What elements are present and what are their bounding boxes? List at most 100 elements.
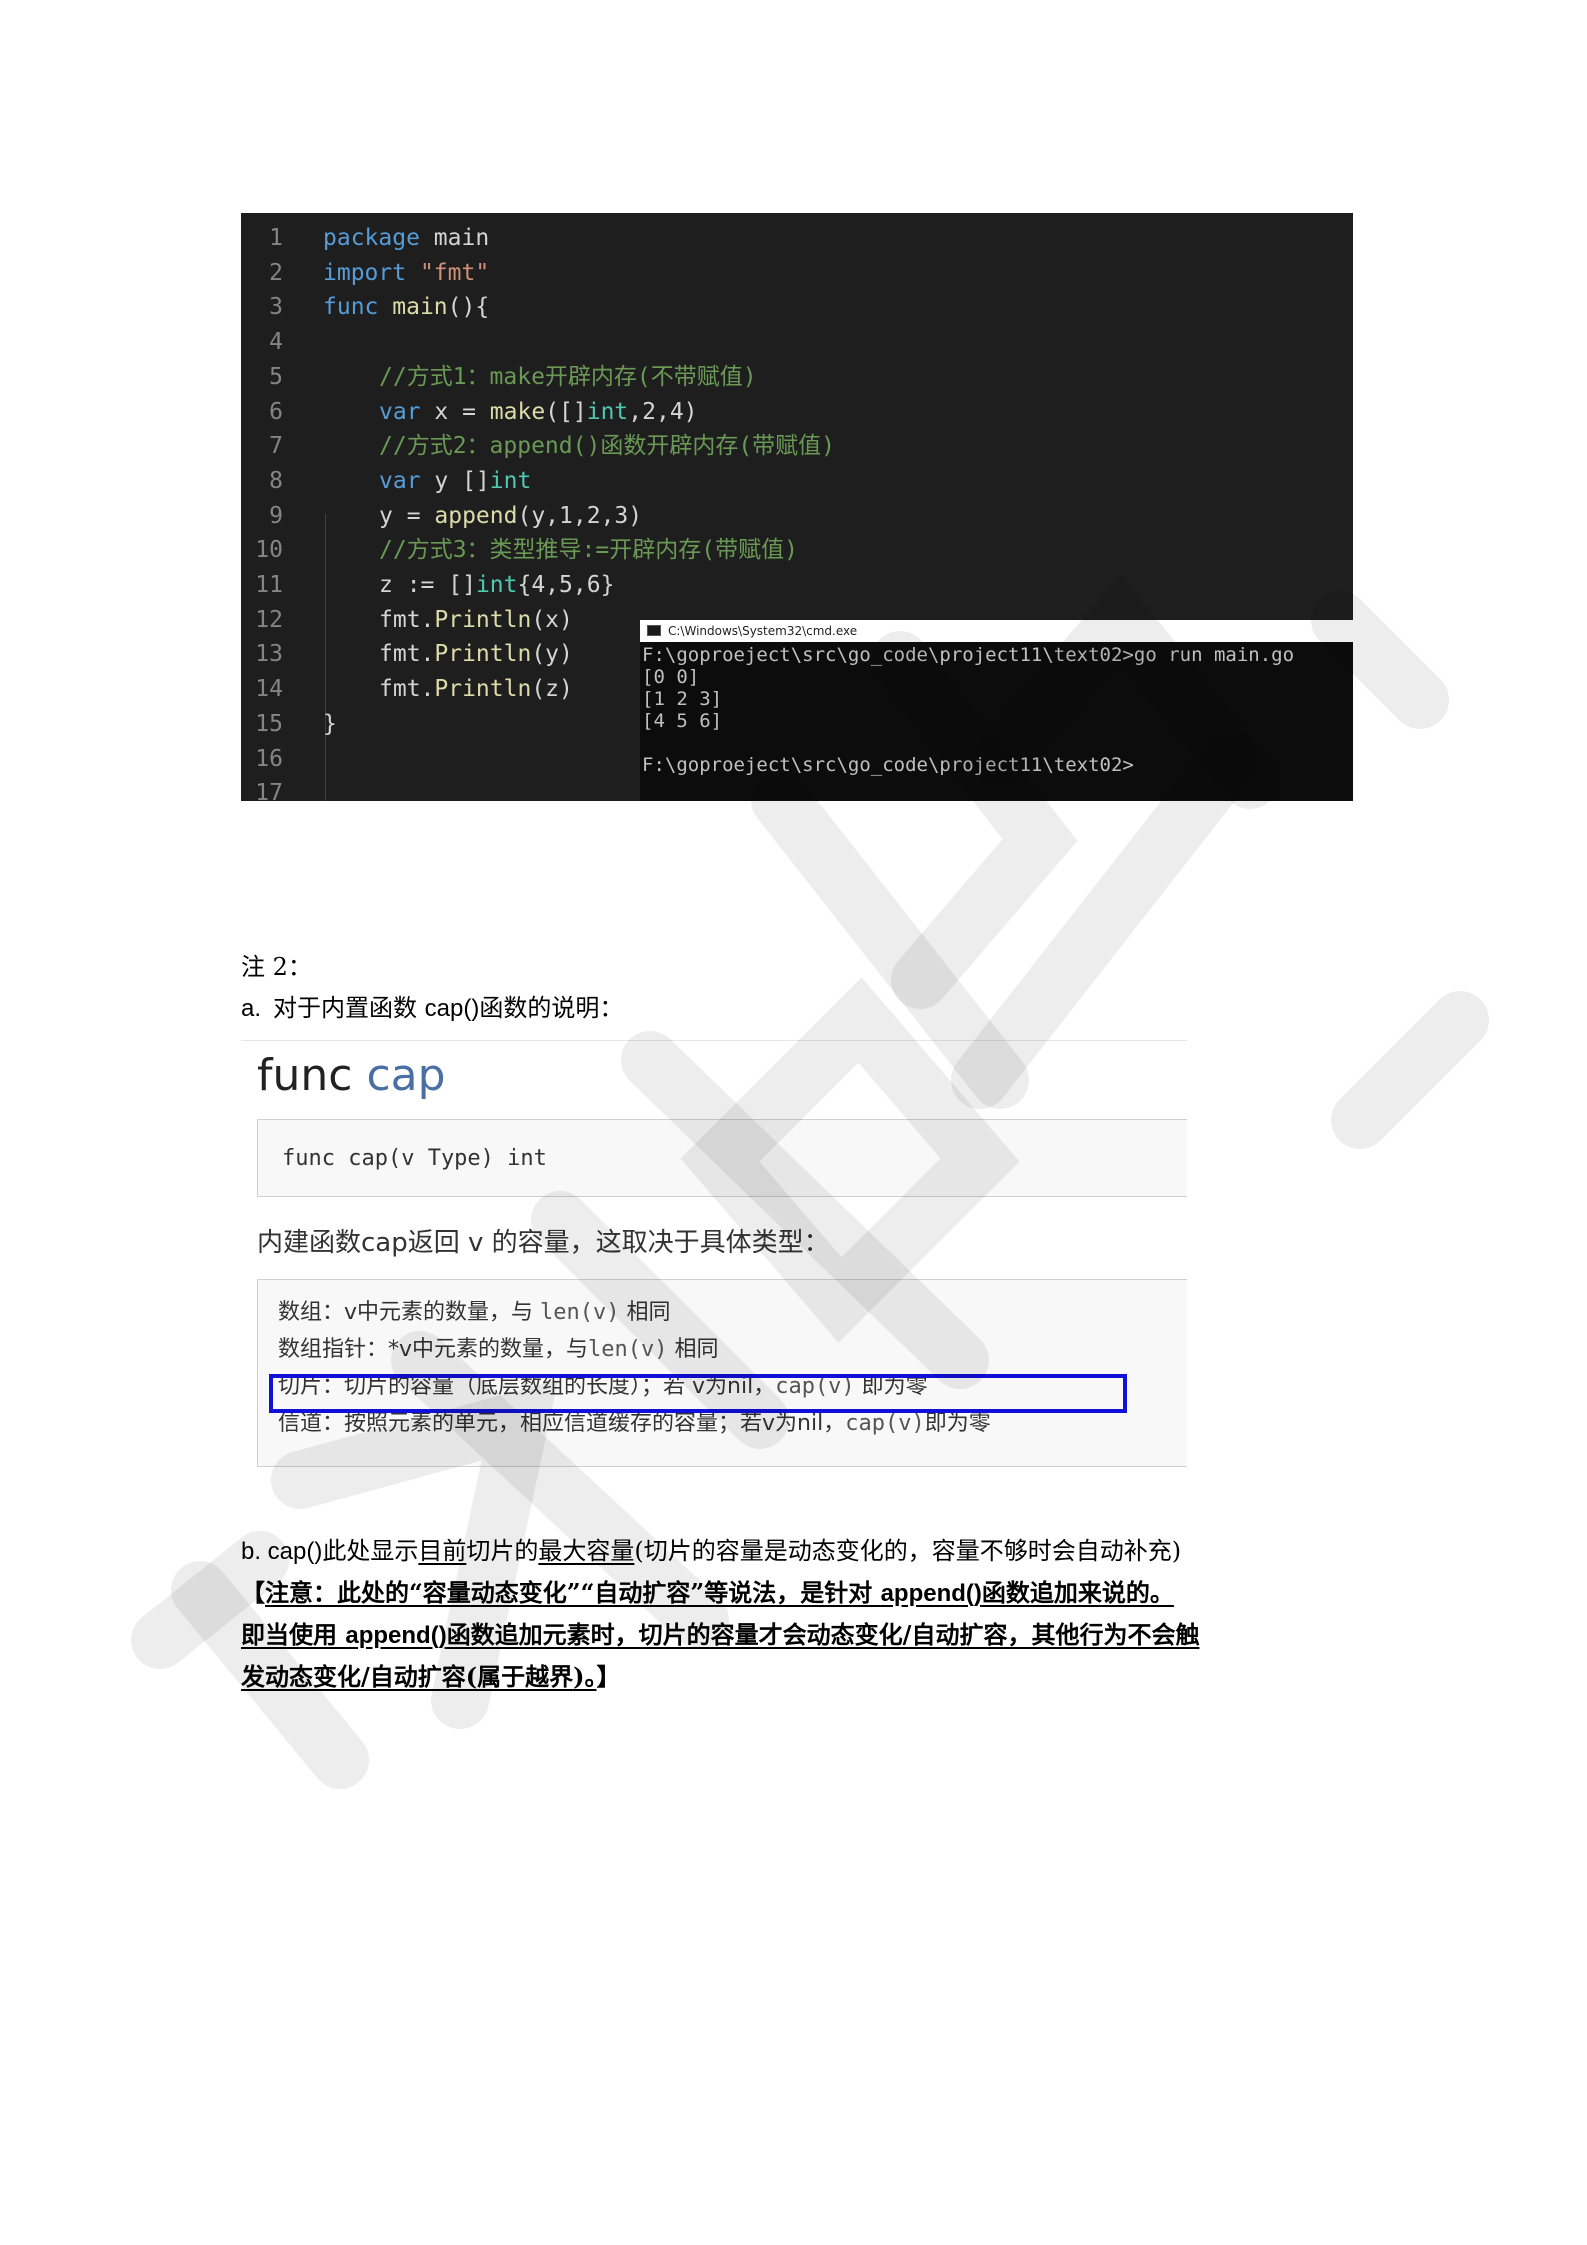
code-token: main — [419, 225, 490, 251]
code-token: (y,1,2,3) — [517, 502, 643, 529]
line-number: 11 — [255, 572, 283, 598]
doc-heading-name: cap — [366, 1050, 446, 1101]
code-text: fmt.Println(y) — [379, 637, 573, 671]
para-b-underlined: 函数追加元素时，切片的容量才会动态变化/自动扩容，其他行为不会触 — [446, 1620, 1200, 1649]
cap-doc-screenshot: func cap func cap(v Type) int 内建函数cap返回 … — [241, 1040, 1187, 1475]
rule-text: 相同 — [619, 1300, 671, 1325]
code-token: (y) — [531, 641, 573, 668]
code-token: (){ — [447, 294, 490, 321]
code-text: var y []int — [379, 464, 531, 498]
rule-code: cap(v) — [845, 1411, 925, 1436]
code-text: fmt.Println(z) — [379, 672, 573, 706]
doc-description: 内建函数cap返回 v 的容量，这取决于具体类型： — [257, 1228, 830, 1258]
rule-text: 按照元素的单元，相应信道缓存的容量；若v为nil， — [344, 1411, 846, 1436]
code-line: 11 z := []int{4,5,6} — [241, 568, 1353, 602]
bracket-open: 【 — [241, 1578, 265, 1607]
code-text: //方式3：类型推导:=开辟内存(带赋值) — [379, 533, 798, 567]
signature-text: func cap(v Type) int — [282, 1146, 547, 1171]
code-token: ,2,4) — [628, 398, 698, 425]
para-b-text: (切片的容量是动态变化的，容量不够时会自动补充) — [634, 1537, 1182, 1565]
cmd-window-title: C:\Windows\System32\cmd.exe — [668, 624, 858, 638]
rule-label: 数组指针： — [278, 1337, 389, 1362]
rule-text: v中元素的数量，与 — [344, 1300, 541, 1325]
code-token: var — [379, 467, 421, 494]
cmd-output-line: F:\goproeject\src\go_code\project11\text… — [642, 754, 1134, 776]
code-token: import — [323, 259, 407, 286]
cmd-output-line: F:\goproeject\src\go_code\project11\text… — [642, 644, 1295, 666]
line-number: 7 — [269, 433, 283, 460]
code-text: import "fmt" — [323, 256, 489, 290]
code-line: 10 //方式3：类型推导:=开辟内存(带赋值) — [241, 533, 1353, 567]
line-number: 15 — [255, 710, 283, 737]
code-token: Println — [434, 676, 532, 703]
code-token: "fmt" — [419, 259, 490, 286]
doc-heading: func cap — [257, 1050, 446, 1102]
code-token: //方式2：append()函数开辟内存(带赋值) — [379, 433, 836, 460]
code-line: 8 var y []int — [241, 464, 1353, 498]
code-line: 2 import "fmt" — [241, 256, 1353, 290]
divider — [241, 1040, 1187, 1041]
rule-line: 数组指针：*v中元素的数量，与len(v) 相同 — [278, 1335, 719, 1365]
doc-heading-func: func — [257, 1050, 353, 1101]
code-token: //方式1：make开辟内存(不带赋值) — [379, 363, 757, 390]
code-token: fmt. — [379, 606, 435, 633]
rule-code: len(v) — [540, 1300, 620, 1325]
line-number: 12 — [255, 606, 283, 633]
note-a-text: 函数的说明： — [479, 994, 624, 1022]
rule-label: 信道： — [278, 1411, 345, 1436]
code-line: 4 — [241, 325, 1353, 359]
code-token: int — [586, 398, 629, 425]
code-token: {4,5,6} — [517, 572, 615, 598]
cmd-output-line: [4 5 6] — [642, 710, 723, 732]
rule-text: *v中元素的数量，与 — [388, 1337, 589, 1362]
code-token: fmt. — [379, 641, 435, 668]
rule-code: len(v) — [588, 1337, 668, 1362]
code-text: package main — [323, 221, 489, 255]
cmd-output-line: [0 0] — [642, 666, 700, 688]
code-token: fmt. — [379, 676, 435, 703]
code-token: int — [475, 572, 518, 598]
code-token: z := [] — [379, 572, 476, 598]
para-b-line-2: 【注意：此处的“容量动态变化”“自动扩容”等说法，是针对 append()函数追… — [241, 1578, 1174, 1609]
slice-highlight-box — [269, 1374, 1127, 1413]
code-token: y [] — [420, 467, 490, 494]
code-token: Println — [434, 606, 532, 633]
code-token: package — [323, 225, 420, 251]
code-token: Println — [434, 641, 532, 668]
line-number: 2 — [269, 259, 283, 286]
cmd-output-line: [1 2 3] — [642, 688, 723, 710]
code-token: func — [323, 294, 379, 321]
para-b-underlined: 最大容量 — [538, 1537, 635, 1565]
note-heading: 注 2： — [241, 953, 312, 981]
code-line: 6 var x = make([]int,2,4) — [241, 395, 1353, 429]
code-token: int — [489, 467, 532, 494]
para-b-code: append() — [345, 1622, 447, 1649]
para-b-text: b. cap() — [241, 1538, 323, 1565]
code-text: fmt.Println(x) — [379, 603, 573, 637]
note-a-line: a. 对于内置函数 cap()函数的说明： — [241, 993, 623, 1024]
code-token: x = — [420, 398, 490, 425]
line-number: 10 — [255, 537, 283, 564]
code-text: var x = make([]int,2,4) — [379, 395, 698, 429]
code-text: } — [323, 707, 337, 741]
para-b-line-1: b. cap()此处显示目前切片的最大容量(切片的容量是动态变化的，容量不够时会… — [241, 1536, 1181, 1567]
code-token: } — [323, 710, 337, 737]
code-editor-screenshot: 1 package main 2 import "fmt" 3 func main(){4… — [241, 213, 1353, 801]
signature-box: func cap(v Type) int — [257, 1119, 1187, 1197]
para-b-line-3: 即当使用 append()函数追加元素时，切片的容量才会动态变化/自动扩容，其他… — [241, 1620, 1199, 1651]
line-number: 8 — [269, 467, 283, 494]
para-b-text: 此处显示 — [322, 1537, 419, 1565]
code-line: 3 func main(){ — [241, 290, 1353, 324]
code-text: //方式2：append()函数开辟内存(带赋值) — [379, 429, 835, 463]
rule-text: 相同 — [667, 1337, 719, 1362]
line-number: 5 — [269, 363, 283, 390]
para-b-underlined: 函数追加来说的。 — [981, 1578, 1174, 1607]
code-text: func main(){ — [323, 290, 489, 324]
para-b-underlined: 注意：此处的“容量动态变化”“自动扩容”等说法，是针对 — [265, 1578, 881, 1607]
note-a-prefix: a. — [241, 995, 262, 1022]
line-number: 14 — [255, 676, 283, 703]
line-number: 6 — [269, 398, 283, 425]
para-b-underlined: 即当使用 — [241, 1620, 346, 1649]
